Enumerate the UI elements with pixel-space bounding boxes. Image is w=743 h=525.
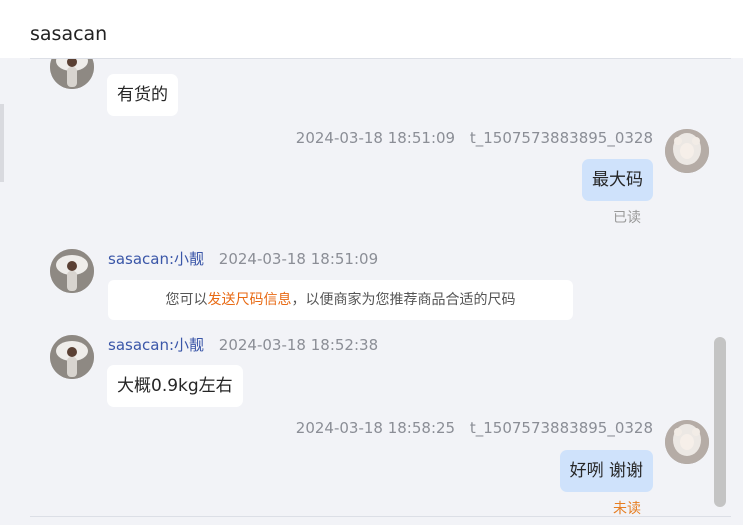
shop-avatar-icon[interactable] <box>50 335 94 379</box>
shop-avatar-icon[interactable] <box>50 59 94 89</box>
chat-title: sasacan <box>30 23 108 45</box>
message-time: 2024-03-18 18:58:25 <box>295 419 456 437</box>
scrollbar-thumb[interactable] <box>714 337 726 507</box>
user-avatar-icon[interactable] <box>665 420 709 464</box>
chat-header: sasacan <box>0 0 743 58</box>
message-time: 2024-03-18 18:52:38 <box>218 336 379 354</box>
sender-name[interactable]: sasacan:小靓 <box>108 336 204 354</box>
message-text: 好咧 谢谢 <box>569 461 643 481</box>
message-list[interactable]: 有货的 2024-03-18 18:51:09 t_1507573883895_… <box>0 59 743 516</box>
message-text: 有货的 <box>117 85 168 105</box>
message-text: 最大码 <box>592 170 643 190</box>
send-size-info-link[interactable]: 发送尺码信息 <box>208 292 292 308</box>
message-time: 2024-03-18 18:51:09 <box>218 250 379 268</box>
system-text-prefix: 您可以 <box>165 292 208 308</box>
user-avatar-icon[interactable] <box>665 129 709 173</box>
message-bubble[interactable]: 大概0.9kg左右 <box>107 365 243 407</box>
sender-name[interactable]: sasacan:小靓 <box>108 250 204 268</box>
chat-window: sasacan 有货的 2024-03-18 18:51:09 t_150757… <box>0 0 743 525</box>
scrollbar[interactable] <box>714 337 726 507</box>
unread-status: 未读 <box>613 501 641 516</box>
message-time: 2024-03-18 18:51:09 <box>295 129 456 147</box>
message-bubble[interactable]: 有货的 <box>107 74 178 116</box>
message-meta: 2024-03-18 18:51:09 t_1507573883895_0328 <box>296 129 653 147</box>
system-text-suffix: ，以便商家为您推荐商品合适的尺码 <box>291 292 516 308</box>
shop-avatar-icon[interactable] <box>50 249 94 293</box>
sender-id: t_1507573883895_0328 <box>469 129 653 147</box>
read-status: 已读 <box>613 210 641 226</box>
message-text: 大概0.9kg左右 <box>117 376 233 396</box>
message-meta: sasacan:小靓 2024-03-18 18:51:09 <box>108 248 378 269</box>
message-meta: 2024-03-18 18:58:25 t_1507573883895_0328 <box>296 419 653 437</box>
sender-id: t_1507573883895_0328 <box>469 419 653 437</box>
message-bubble[interactable]: 好咧 谢谢 <box>559 450 653 492</box>
size-suggestion-card: 您可以发送尺码信息，以便商家为您推荐商品合适的尺码 <box>108 280 573 320</box>
input-area-edge <box>0 517 743 525</box>
message-bubble[interactable]: 最大码 <box>582 159 653 201</box>
message-meta: sasacan:小靓 2024-03-18 18:52:38 <box>108 334 378 355</box>
